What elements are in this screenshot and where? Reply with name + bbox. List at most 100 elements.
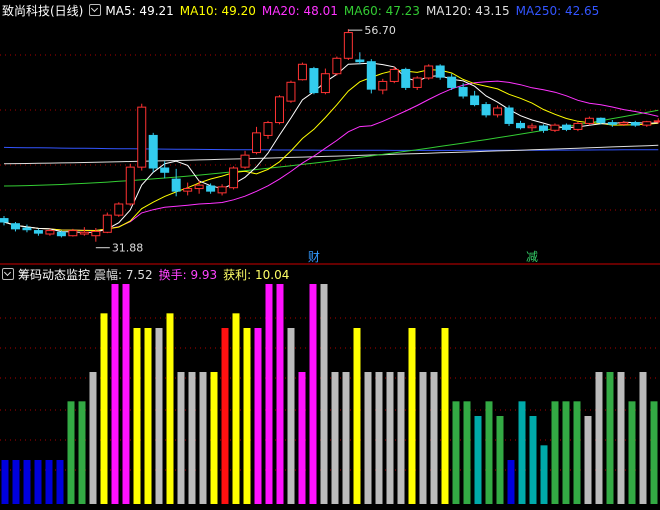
chip-bar-gray (375, 372, 383, 504)
chip-bar-gray (584, 416, 592, 504)
ma5-line (3, 62, 659, 234)
candle-up (286, 81, 296, 102)
candle-up (45, 230, 55, 235)
chip-bar-gray (89, 372, 97, 504)
chip-bar-yellow (408, 328, 416, 504)
candle-up (642, 121, 652, 126)
chip-bar-green (551, 401, 559, 504)
candle-down (33, 230, 43, 234)
candle-up (274, 96, 284, 124)
candle-up (343, 32, 353, 59)
chip-bar-gray (155, 328, 163, 504)
candle-up (183, 188, 193, 192)
candle-down (607, 122, 617, 125)
chip-bar-gray (199, 372, 207, 504)
candle-down (481, 104, 491, 116)
candle-up (389, 68, 399, 82)
chip-bar-green (496, 416, 504, 504)
candle-up (619, 122, 629, 125)
chip-bar-yellow (243, 328, 251, 504)
event-marker: 减 (526, 250, 538, 264)
chip-bar-cyan (474, 416, 482, 504)
candle-up (229, 167, 239, 189)
candle-up (378, 80, 388, 91)
chip-bar-gray (386, 372, 394, 504)
chip-bar-gray (287, 328, 295, 504)
chip-bar-yellow (133, 328, 141, 504)
high-price-label: 56.70 (364, 24, 396, 37)
chip-bar-gray (419, 372, 427, 504)
candle-down (22, 227, 32, 231)
chip-bar-yellow (441, 328, 449, 504)
low-price-label: 31.88 (112, 242, 143, 255)
candle-down (504, 107, 514, 124)
chip-bar-gray (320, 284, 328, 504)
moving-averages (3, 62, 659, 234)
stock-chart[interactable]: 56.70 31.88 财 减 (0, 0, 660, 510)
chip-bar-blue (45, 460, 53, 504)
candle-down (435, 65, 445, 78)
chip-bar-gray (342, 372, 350, 504)
chip-bar-blue (23, 460, 31, 504)
chip-bar-magenta (276, 284, 284, 504)
candle-down (148, 134, 158, 169)
chip-bar-green (606, 372, 614, 504)
candle-down (538, 125, 548, 131)
chip-bar-green (650, 401, 658, 504)
chip-bar-blue (34, 460, 42, 504)
candle-up (424, 65, 434, 79)
candle-down (355, 59, 365, 63)
grid-lines (0, 54, 660, 471)
chip-monitor-bars (1, 284, 658, 504)
candle-down (458, 86, 468, 97)
chip-bar-cyan (518, 401, 526, 504)
chip-bar-green (628, 401, 636, 504)
candle-up (332, 57, 342, 75)
chip-bar-gray (397, 372, 405, 504)
event-marker: 财 (308, 250, 320, 264)
candle-down (56, 231, 66, 237)
candle-down (206, 185, 216, 192)
candle-down (366, 61, 376, 90)
candle-down (630, 122, 640, 126)
candle-up (653, 120, 660, 123)
candle-up (194, 184, 204, 190)
candle-up (137, 106, 147, 168)
chip-bar-yellow (100, 313, 108, 504)
chip-bar-gray (595, 372, 603, 504)
candle-down (516, 122, 526, 129)
chip-bar-green (78, 401, 86, 504)
chip-bar-gray (430, 372, 438, 504)
chip-bar-cyan (540, 445, 548, 504)
candle-up (114, 203, 124, 216)
candle-up (493, 107, 503, 116)
candle-up (68, 230, 78, 237)
candle-up (527, 125, 537, 129)
chip-bar-red (221, 328, 229, 504)
chip-bar-green (562, 401, 570, 504)
chip-bar-blue (56, 460, 64, 504)
chip-bar-green (485, 401, 493, 504)
candle-up (297, 63, 307, 81)
candle-up (79, 231, 89, 235)
candle-down (0, 218, 9, 223)
chip-bar-blue (507, 460, 515, 504)
chip-bar-yellow (166, 313, 174, 504)
candle-up (125, 166, 135, 205)
candle-down (561, 124, 571, 130)
chip-bar-gray (188, 372, 196, 504)
candle-up (412, 77, 422, 88)
candle-up (320, 73, 330, 94)
candle-down (171, 178, 181, 192)
candle-up (102, 214, 112, 233)
candle-up (240, 154, 250, 168)
candle-up (91, 230, 101, 237)
chip-bar-magenta (265, 284, 273, 504)
candle-down (596, 117, 606, 124)
candle-up (263, 122, 273, 136)
chip-bar-gray (177, 372, 185, 504)
price-annotations: 56.70 31.88 财 减 (95, 24, 538, 264)
candle-up (550, 124, 560, 131)
chip-bar-cyan (529, 416, 537, 504)
candle-up (573, 122, 583, 130)
